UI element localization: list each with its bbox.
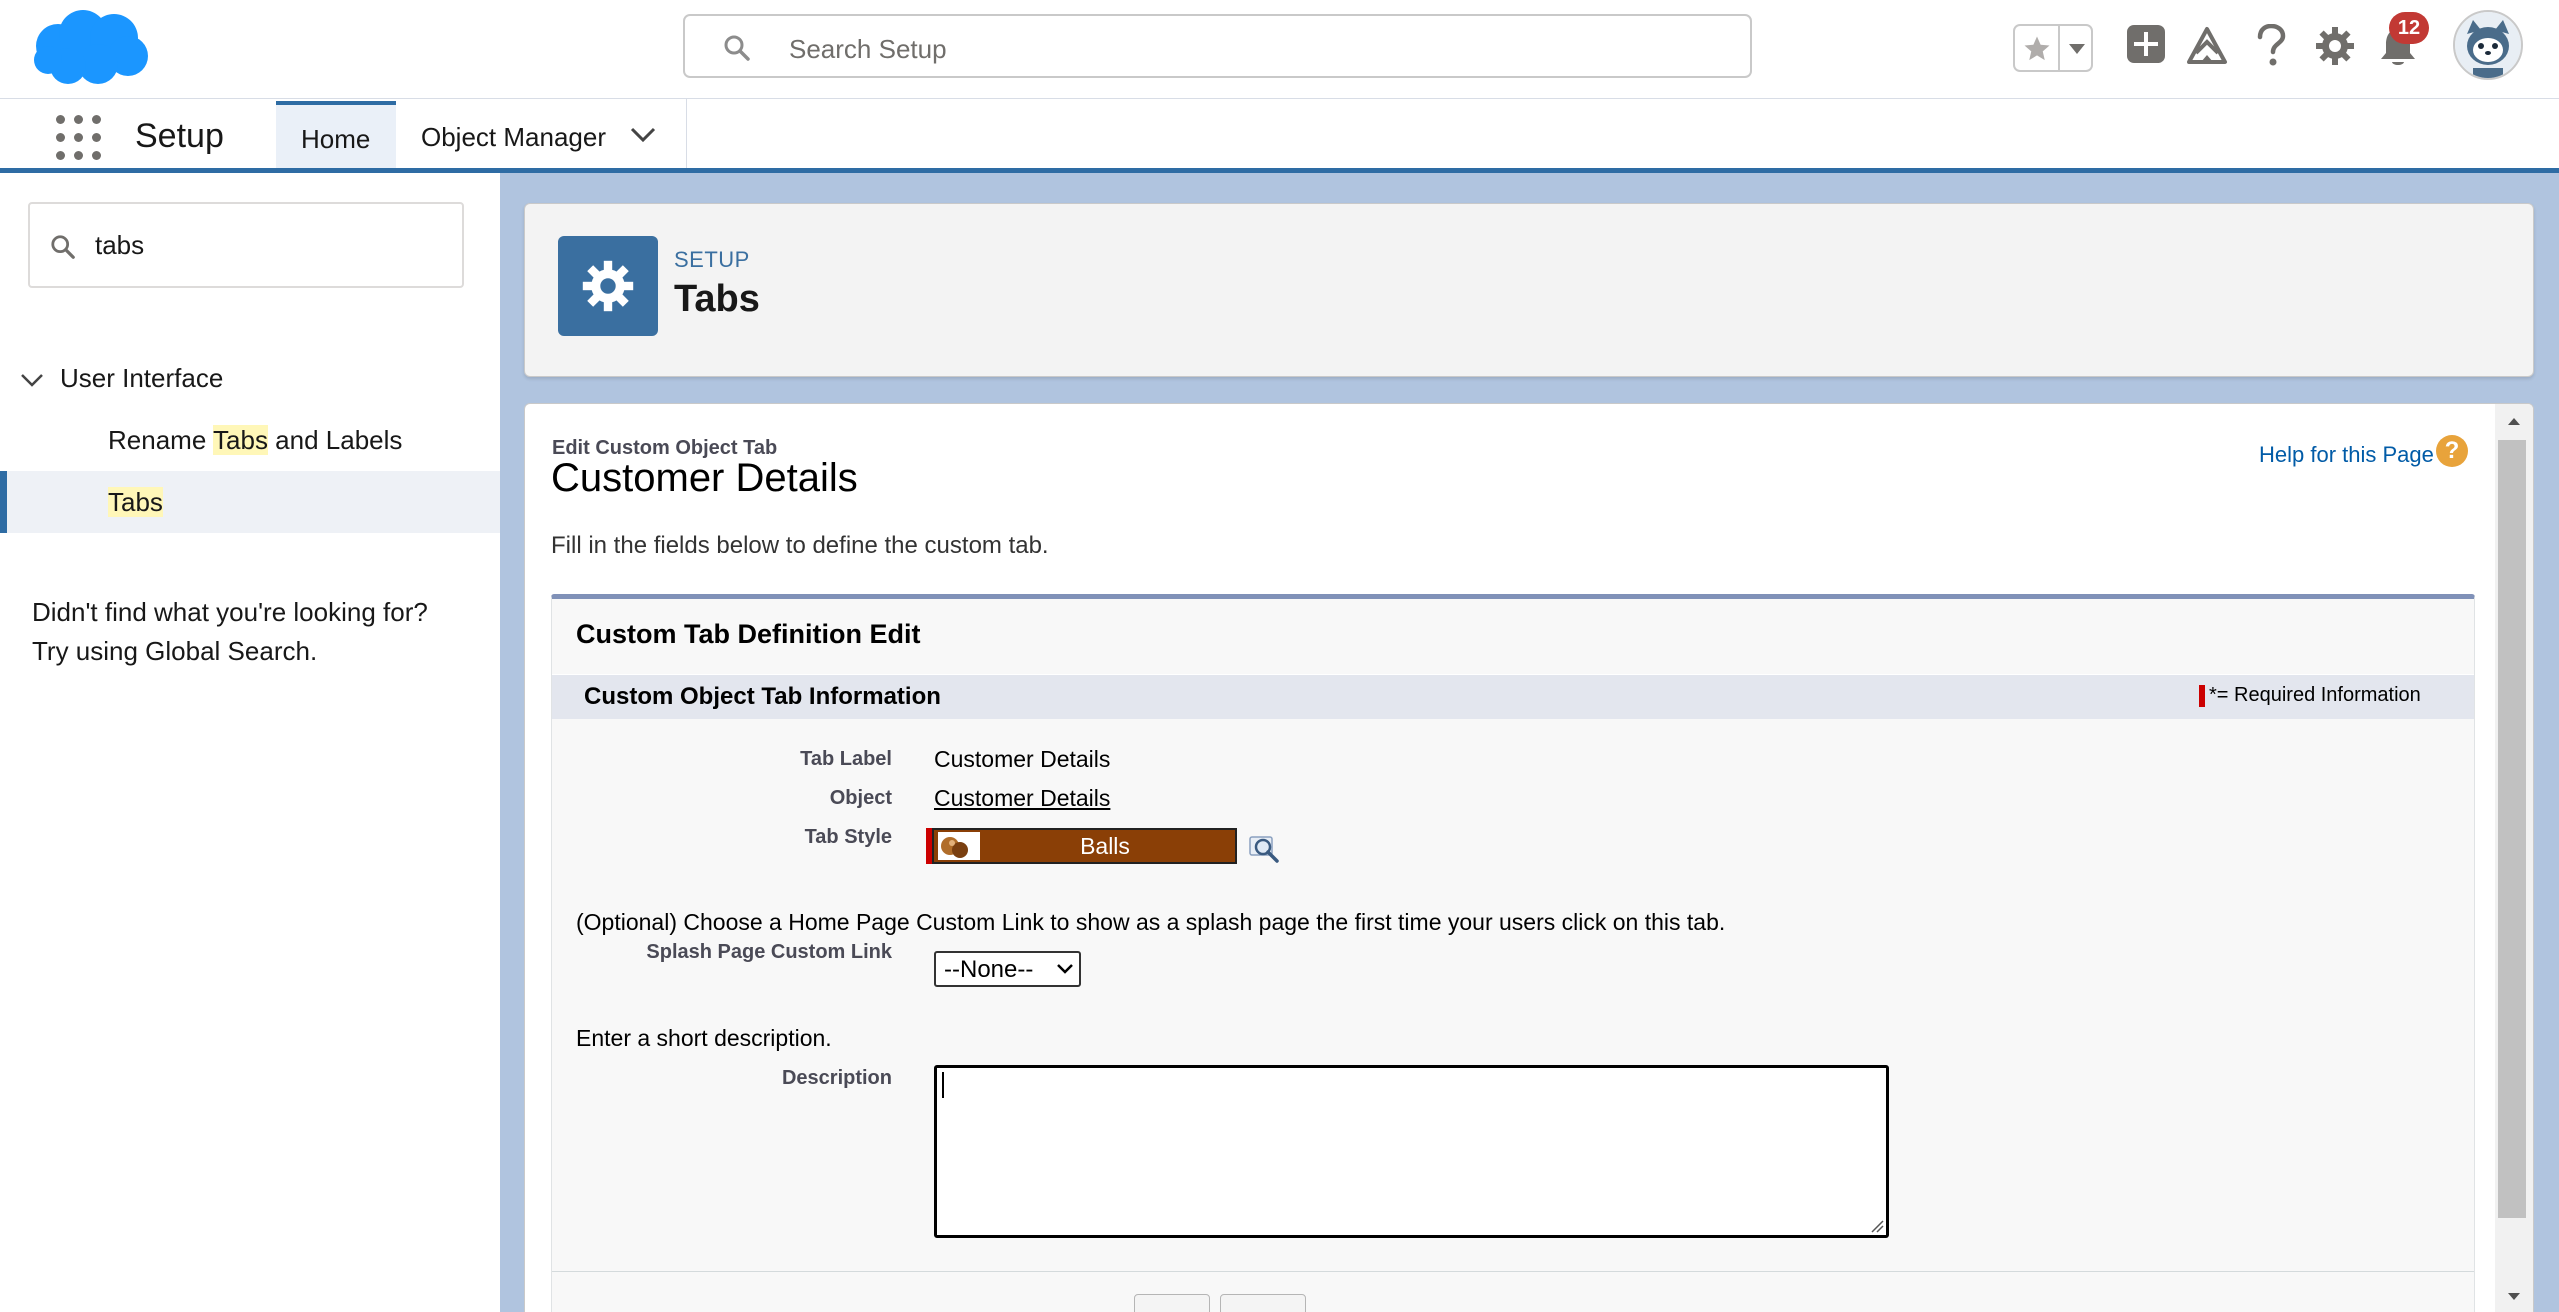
tree-item-label: Rename Tabs and Labels <box>108 425 402 456</box>
page-block-footer-divider <box>552 1271 2474 1272</box>
chevron-down-icon <box>1057 964 1073 974</box>
search-placeholder: Search Setup <box>789 34 947 64</box>
lookup-magnifier-icon[interactable] <box>1248 835 1282 865</box>
tab-style-selector[interactable]: Balls <box>932 828 1237 864</box>
balls-style-icon <box>938 832 980 860</box>
splash-page-instructions: (Optional) Choose a Home Page Custom Lin… <box>576 909 1726 935</box>
app-name: Setup <box>135 117 224 155</box>
required-legend: *= Required Information <box>2209 684 2421 707</box>
scroll-up-arrow-icon[interactable] <box>2507 416 2521 426</box>
required-legend-text: = Required Information <box>2216 684 2421 706</box>
tab-style-name: Balls <box>1080 833 1130 859</box>
tab-object-manager[interactable]: Object Manager <box>396 99 687 168</box>
object-field-label: Object <box>829 787 892 809</box>
not-found-hint: Didn't find what you're looking for? Try… <box>32 593 492 671</box>
splash-page-field-label: Splash Page Custom Link <box>646 941 892 963</box>
page-block-title: Custom Tab Definition Edit <box>576 619 921 649</box>
help-icon[interactable] <box>2256 24 2286 68</box>
tab-object-manager-label: Object Manager <box>421 122 606 152</box>
search-icon <box>724 35 750 61</box>
scroll-down-arrow-icon[interactable] <box>2507 1292 2521 1302</box>
favorites-group <box>2013 24 2093 72</box>
tab-home[interactable]: Home <box>276 101 396 168</box>
search-icon <box>51 235 75 259</box>
description-field-label: Description <box>781 1067 892 1089</box>
intro-text: Fill in the fields below to define the c… <box>551 532 1049 559</box>
not-found-line1: Didn't find what you're looking for? <box>32 597 428 627</box>
not-found-line2: Try using Global Search. <box>32 636 318 666</box>
page-header-eyebrow: SETUP <box>674 247 750 272</box>
context-navigation-bar: Setup Home Object Manager <box>0 99 2559 173</box>
notification-count-badge: 12 <box>2389 12 2429 44</box>
search-match-highlight: Tabs <box>108 487 163 517</box>
user-avatar-icon[interactable] <box>2453 10 2523 80</box>
page-block: Custom Tab Definition Edit Custom Object… <box>551 594 2475 1312</box>
label-suffix: and Labels <box>267 425 403 455</box>
trailhead-icon[interactable] <box>2186 26 2228 66</box>
chevron-down-icon[interactable] <box>20 373 44 389</box>
required-indicator-bar <box>2199 685 2205 707</box>
setup-sidebar: tabs User Interface Rename Tabs and Labe… <box>0 173 501 1312</box>
setup-page-icon <box>558 236 658 336</box>
help-question-icon[interactable]: ? <box>2436 435 2468 467</box>
resize-grip-icon[interactable] <box>1870 1219 1884 1233</box>
chevron-down-icon[interactable] <box>630 127 656 143</box>
splash-page-custom-link-select[interactable]: --None-- <box>934 951 1081 987</box>
balls-icon <box>941 837 968 858</box>
global-header: Search Setup 12 <box>0 0 2559 99</box>
edit-page-title: Customer Details <box>551 456 858 500</box>
object-link[interactable]: Customer Details <box>934 785 1110 812</box>
quick-find-value: tabs <box>95 230 145 260</box>
global-actions-plus-icon[interactable] <box>2126 24 2166 64</box>
description-textarea[interactable] <box>934 1065 1889 1238</box>
label-prefix: Rename <box>108 425 214 455</box>
footer-button[interactable] <box>1134 1294 1210 1312</box>
tab-label-field-label: Tab Label <box>800 748 892 770</box>
main-content-area: SETUP Tabs Edit Custom Object Tab Custom… <box>500 173 2559 1312</box>
help-for-this-page-link[interactable]: Help for this Page <box>2259 442 2434 468</box>
splash-page-selected-value: --None-- <box>944 956 1034 983</box>
page-header: SETUP Tabs <box>524 203 2534 377</box>
search-match-highlight: Tabs <box>213 425 268 455</box>
setup-gear-icon[interactable] <box>2315 26 2355 66</box>
tree-item-tabs[interactable]: Tabs <box>0 471 500 533</box>
tree-node-label: User Interface <box>60 363 224 393</box>
description-instructions: Enter a short description. <box>576 1025 832 1051</box>
section-header: Custom Object Tab Information *= Require… <box>552 674 2474 719</box>
text-caret <box>942 1072 944 1098</box>
footer-button[interactable] <box>1220 1294 1306 1312</box>
favorites-star-icon[interactable] <box>2022 34 2052 64</box>
page-title: Tabs <box>674 278 760 320</box>
astro-avatar-graphic <box>2455 12 2521 78</box>
tree-item-label: Tabs <box>108 487 163 518</box>
quick-find-input[interactable]: tabs <box>28 202 464 288</box>
global-search-input[interactable]: Search Setup <box>683 14 1752 78</box>
tab-style-field-label: Tab Style <box>804 826 892 848</box>
favorites-list-chevron-icon[interactable] <box>2068 42 2086 56</box>
app-launcher-icon[interactable] <box>56 115 102 161</box>
salesforce-cloud-logo[interactable] <box>28 8 150 88</box>
vertical-scrollbar[interactable] <box>2495 404 2533 1312</box>
content-frame: Edit Custom Object Tab Customer Details … <box>524 403 2534 1312</box>
required-marker: * <box>2209 684 2217 706</box>
gear-icon <box>582 260 634 312</box>
scrollbar-thumb[interactable] <box>2498 440 2526 1218</box>
favorites-divider <box>2058 26 2060 70</box>
tab-home-label: Home <box>301 124 371 154</box>
tab-label-value: Customer Details <box>934 746 1111 772</box>
tree-item-rename-tabs-and-labels[interactable]: Rename Tabs and Labels <box>0 409 500 471</box>
section-title: Custom Object Tab Information <box>584 683 941 710</box>
